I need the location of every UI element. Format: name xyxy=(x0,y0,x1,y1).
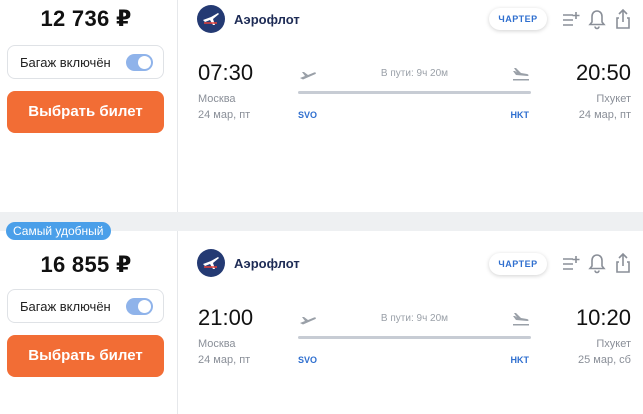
ticket-price: 12 736 ₽ xyxy=(40,6,132,31)
bell-icon[interactable] xyxy=(587,8,607,30)
share-icon[interactable] xyxy=(613,252,633,274)
card-actions xyxy=(561,252,641,274)
ticket-price: 16 855 ₽ xyxy=(40,252,132,277)
select-ticket-button[interactable]: Выбрать билет xyxy=(7,335,164,377)
ticket-card: 12 736 ₽ Багаж включён Выбрать билет Аэр… xyxy=(0,0,643,212)
flight-duration: В пути: 9ч 20м xyxy=(380,313,449,324)
arrival-time: 10:20 xyxy=(575,305,631,330)
flight-details: Аэрофлот ЧАРТЕР 21:00 Москва 24 мар, пт … xyxy=(179,231,643,414)
arrival-date: 25 мар, сб xyxy=(577,354,631,366)
departure-info: Москва 24 мар, пт xyxy=(198,336,250,368)
arrival-airport-code: HKT xyxy=(510,355,530,365)
flight-duration: В пути: 9ч 20м xyxy=(380,68,449,79)
best-option-badge: Самый удобный xyxy=(6,222,111,240)
arrival-airport-code: HKT xyxy=(510,110,530,120)
toggle-knob xyxy=(138,300,151,313)
baggage-option[interactable]: Багаж включён xyxy=(7,45,164,79)
landing-plane-icon xyxy=(512,66,530,87)
baggage-toggle[interactable] xyxy=(126,298,153,315)
arrival-city: Пхукет xyxy=(596,93,631,105)
departure-airport-code: SVO xyxy=(298,355,318,365)
flight-details: Аэрофлот ЧАРТЕР 07:30 Москва 24 мар, пт … xyxy=(179,0,643,212)
baggage-toggle[interactable] xyxy=(126,54,153,71)
select-ticket-button[interactable]: Выбрать билет xyxy=(7,91,164,133)
arrival-info: Пхукет 25 мар, сб xyxy=(578,336,631,368)
share-icon[interactable] xyxy=(613,8,633,30)
card-actions xyxy=(561,8,641,30)
add-to-list-icon[interactable] xyxy=(561,252,581,274)
departure-time: 21:00 xyxy=(198,305,254,330)
arrival-time: 20:50 xyxy=(575,60,631,85)
airline-logo-icon xyxy=(197,249,225,277)
charter-badge: ЧАРТЕР xyxy=(489,253,547,275)
bell-icon[interactable] xyxy=(587,252,607,274)
departure-date: 24 мар, пт xyxy=(198,109,251,121)
baggage-label: Багаж включён xyxy=(20,55,111,70)
arrival-info: Пхукет 24 мар, пт xyxy=(579,91,631,123)
departure-city: Москва xyxy=(198,93,236,105)
baggage-option[interactable]: Багаж включён xyxy=(7,289,164,323)
landing-plane-icon xyxy=(512,311,530,332)
airline-name: Аэрофлот xyxy=(234,12,300,27)
departure-time: 07:30 xyxy=(198,60,254,85)
ticket-card: 16 855 ₽ Багаж включён Выбрать билет Аэр… xyxy=(0,231,643,414)
arrival-date: 24 мар, пт xyxy=(578,109,631,121)
charter-badge: ЧАРТЕР xyxy=(489,8,547,30)
airline-logo-icon xyxy=(197,5,225,33)
airline-name: Аэрофлот xyxy=(234,256,300,271)
arrival-city: Пхукет xyxy=(596,338,631,350)
ticket-card-left-panel: 16 855 ₽ Багаж включён Выбрать билет xyxy=(0,231,178,414)
route-line xyxy=(298,336,531,339)
departure-info: Москва 24 мар, пт xyxy=(198,91,250,123)
toggle-knob xyxy=(138,56,151,69)
add-to-list-icon[interactable] xyxy=(561,8,581,30)
ticket-card-left-panel: 12 736 ₽ Багаж включён Выбрать билет xyxy=(0,0,178,212)
departure-airport-code: SVO xyxy=(298,110,318,120)
departure-city: Москва xyxy=(198,338,236,350)
departure-date: 24 мар, пт xyxy=(198,354,251,366)
baggage-label: Багаж включён xyxy=(20,299,111,314)
route-line xyxy=(298,91,531,94)
